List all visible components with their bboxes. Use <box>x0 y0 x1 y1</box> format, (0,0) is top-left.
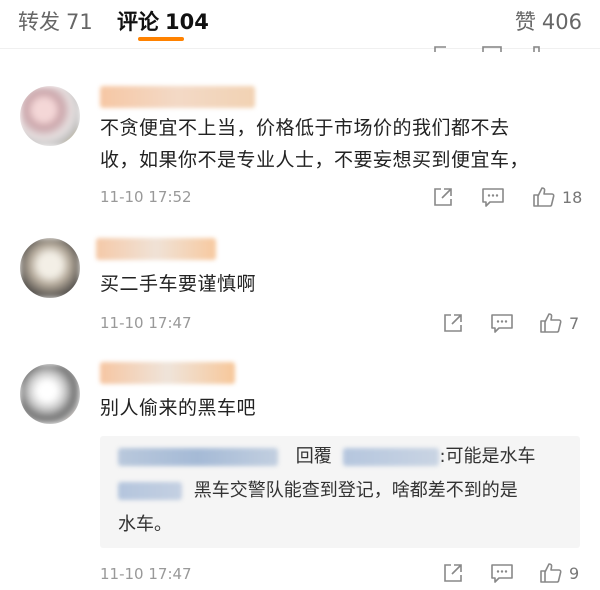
comment-icon <box>490 312 514 334</box>
like-icon <box>539 561 563 585</box>
tab-comment-label: 评论 <box>117 10 159 34</box>
tab-bar: 转发 71 评论 104 赞 406 <box>0 0 600 44</box>
username-redacted[interactable] <box>100 86 255 108</box>
comment-text-line: 买二手车要谨慎啊 <box>100 273 257 295</box>
comment-text-line: 别人偷来的黑车吧 <box>100 397 257 419</box>
like-count: 7 <box>569 313 580 333</box>
reply-author-redacted[interactable] <box>118 482 182 500</box>
reply-line: 黑车交警队能查到登记，啥都差不到的是 <box>118 476 518 506</box>
reply-text: 水车。 <box>118 514 172 535</box>
reply-target-redacted[interactable] <box>343 448 440 466</box>
reply-text-tail: :可能是水车 <box>439 446 536 467</box>
tab-like-label: 赞 <box>514 10 536 34</box>
reply-text: 黑车交警队能查到登记，啥都差不到的是 <box>193 480 518 501</box>
active-tab-indicator <box>138 37 184 41</box>
comment-text: 不贪便宜不上当，价格低于市场价的我们都不去 收，如果你不是专业人士，不要妄想买到… <box>100 112 578 176</box>
share-icon <box>432 44 454 52</box>
comment-text: 别人偷来的黑车吧 <box>100 392 578 424</box>
comment-text-line: 不贪便宜不上当，价格低于市场价的我们都不去 <box>100 117 510 139</box>
comment-item: 买二手车要谨慎啊 11-10 17:47 7 <box>0 236 600 346</box>
comment-icon <box>490 562 514 584</box>
tab-like-count: 406 <box>541 10 582 34</box>
tab-repost-count: 71 <box>66 10 93 34</box>
reply-line: 回覆 :可能是水车 <box>118 442 536 472</box>
like-count: 18 <box>562 187 583 207</box>
comment-time: 11-10 17:47 <box>100 565 192 583</box>
share-icon <box>442 562 464 584</box>
tab-comment[interactable]: 评论 104 <box>117 6 209 36</box>
tab-repost-label: 转发 <box>18 10 60 34</box>
share-icon <box>432 186 454 208</box>
avatar[interactable] <box>20 238 80 298</box>
reply-button[interactable] <box>490 312 514 334</box>
tab-like[interactable]: 赞 406 <box>515 6 582 36</box>
tab-repost[interactable]: 转发 71 <box>18 6 93 36</box>
comment-item: 不贪便宜不上当，价格低于市场价的我们都不去 收，如果你不是专业人士，不要妄想买到… <box>0 82 600 222</box>
username-redacted[interactable] <box>100 362 235 384</box>
reply-button[interactable] <box>490 562 514 584</box>
share-button[interactable] <box>442 312 464 334</box>
share-icon <box>442 312 464 334</box>
tab-comment-count: 104 <box>165 10 209 34</box>
like-button[interactable]: 9 <box>539 561 579 585</box>
reply-button[interactable] <box>481 186 505 208</box>
username-redacted[interactable] <box>96 238 216 260</box>
like-icon <box>532 185 556 209</box>
avatar[interactable] <box>20 86 80 146</box>
reply-line: 水车。 <box>118 510 172 540</box>
like-button[interactable]: 18 <box>532 185 582 209</box>
share-button[interactable] <box>442 562 464 584</box>
reply-author-redacted[interactable] <box>118 448 278 466</box>
comment-icon <box>481 186 505 208</box>
like-icon <box>532 44 554 52</box>
reply-thread[interactable]: 回覆 :可能是水车 黑车交警队能查到登记，啥都差不到的是 水车。 <box>100 436 580 548</box>
comment-time: 11-10 17:47 <box>100 314 192 332</box>
reply-keyword: 回覆 <box>295 446 332 467</box>
comment-icon <box>481 44 503 52</box>
tab-divider <box>0 48 600 49</box>
comment-item: 别人偷来的黑车吧 回覆 :可能是水车 黑车交警队能查到登记，啥都差不到的是 水车… <box>0 360 600 590</box>
comment-text-line: 收，如果你不是专业人士，不要妄想买到便宜车， <box>100 149 530 171</box>
comment-time: 11-10 17:52 <box>100 188 192 206</box>
comment-text: 买二手车要谨慎啊 <box>100 268 578 300</box>
like-button[interactable]: 7 <box>539 311 579 335</box>
avatar[interactable] <box>20 364 80 424</box>
like-icon <box>539 311 563 335</box>
like-count: 9 <box>569 563 580 583</box>
share-button[interactable] <box>432 186 454 208</box>
